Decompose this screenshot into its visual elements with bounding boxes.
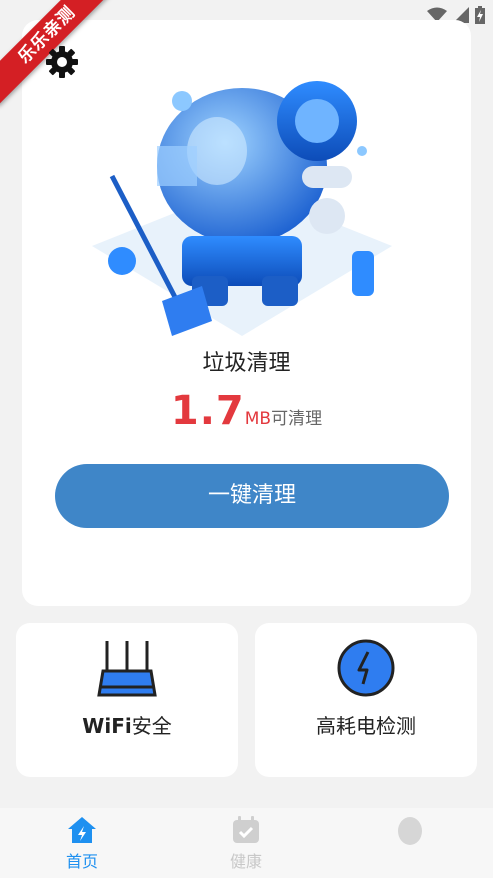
nav-home-label: 首页	[65, 852, 98, 871]
nav-health[interactable]: 健康	[206, 816, 286, 872]
router-icon	[97, 641, 157, 697]
page-title: 垃圾清理	[202, 351, 291, 376]
robot-cleaning-illustration	[92, 81, 392, 336]
nav-home[interactable]: 首页	[42, 816, 122, 872]
high-power-detection-card[interactable]: 高耗电检测	[255, 623, 477, 777]
bottom-nav: 首页 健康	[0, 808, 493, 878]
junk-clean-card: 垃圾清理 1.7MB可清理 一键清理	[22, 20, 471, 606]
high-power-detection-label: 高耗电检测	[316, 714, 416, 738]
nav-third[interactable]	[370, 816, 450, 850]
egg-icon	[398, 817, 422, 845]
lightning-icon	[337, 639, 395, 697]
junk-size-unit: MB	[244, 409, 272, 429]
calendar-check-icon	[233, 816, 259, 843]
wifi-security-card[interactable]: WiFi安全	[16, 623, 238, 777]
home-bolt-icon	[68, 817, 96, 843]
junk-size-readout: 1.7MB可清理	[22, 388, 471, 434]
one-click-clean-button[interactable]: 一键清理	[55, 464, 449, 528]
battery-charging-icon	[475, 6, 485, 24]
wifi-security-label: WiFi安全	[82, 714, 172, 738]
junk-size-value: 1.7	[170, 388, 245, 434]
nav-health-label: 健康	[229, 852, 262, 871]
junk-size-suffix: 可清理	[271, 409, 323, 429]
gear-icon[interactable]	[44, 44, 80, 80]
